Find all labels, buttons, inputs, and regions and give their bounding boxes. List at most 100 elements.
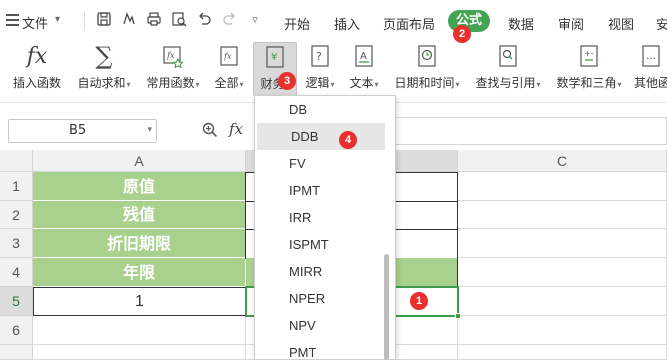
- logic-icon: ?: [307, 42, 333, 70]
- cell-a1[interactable]: 原值: [33, 172, 246, 201]
- cell-c5[interactable]: [458, 287, 667, 316]
- chevron-down-icon: ▾: [374, 80, 379, 89]
- row-header-6[interactable]: 6: [0, 316, 33, 345]
- svg-text:fx: fx: [223, 52, 232, 61]
- lookup-reference-button[interactable]: 查找与引用▾: [472, 42, 544, 91]
- save-icon[interactable]: [95, 11, 113, 29]
- step-badge-1: 1: [410, 292, 428, 310]
- chevron-down-icon[interactable]: ▾: [55, 14, 60, 25]
- customize-toolbar-icon[interactable]: ▿: [246, 11, 264, 29]
- row-header-5[interactable]: 5: [0, 287, 33, 316]
- ribbon-label: 数学和三角: [556, 76, 617, 90]
- tab-security[interactable]: 安: [656, 14, 667, 33]
- cell-a4[interactable]: 年限: [33, 258, 246, 287]
- fx-icon: fx: [26, 43, 48, 69]
- menu-item-fv[interactable]: FV: [255, 150, 383, 177]
- cell-c7[interactable]: [458, 345, 667, 360]
- cell-c6[interactable]: [458, 316, 667, 345]
- tab-page-layout[interactable]: 页面布局: [383, 14, 435, 33]
- cell-a2[interactable]: 残值: [33, 201, 246, 229]
- row-header-4[interactable]: 4: [0, 258, 33, 287]
- svg-text:…: …: [646, 51, 656, 62]
- redo-icon[interactable]: [221, 11, 239, 29]
- ribbon-label: 其他函: [634, 76, 667, 90]
- autosum-button[interactable]: ∑ 自动求和▾: [73, 42, 135, 91]
- chevron-down-icon: ▾: [617, 80, 622, 89]
- star-fx-icon: fx: [160, 42, 186, 70]
- svg-text:fx: fx: [166, 51, 175, 60]
- menu-item-db[interactable]: DB: [255, 96, 383, 123]
- ribbon-label: 文本: [349, 76, 374, 90]
- tab-view[interactable]: 视图: [608, 14, 634, 33]
- ribbon-label: 自动求和: [77, 76, 126, 90]
- chevron-down-icon: ▾: [239, 80, 244, 89]
- svg-text:¥: ¥: [271, 52, 277, 63]
- menu-item-pmt[interactable]: PMT: [255, 339, 383, 359]
- insert-function-button[interactable]: fx 插入函数: [10, 42, 64, 91]
- financial-functions-menu: DB DDB FV IPMT IRR ISPMT MIRR NPER NPV P…: [254, 95, 396, 360]
- ribbon-label: 逻辑: [305, 76, 330, 90]
- menu-item-ispmt[interactable]: ISPMT: [255, 231, 383, 258]
- file-menu[interactable]: 文件: [22, 13, 48, 32]
- math-icon: +-: [576, 42, 602, 70]
- ribbon-label: 查找与引用: [475, 76, 536, 90]
- clock-icon: [414, 42, 440, 70]
- menu-scrollbar[interactable]: [384, 254, 389, 360]
- row-header-7[interactable]: [0, 345, 33, 360]
- chevron-down-icon[interactable]: ▾: [147, 125, 152, 135]
- print-icon[interactable]: [145, 11, 163, 29]
- toolbar-divider: [84, 12, 85, 30]
- tab-review[interactable]: 审阅: [558, 14, 584, 33]
- date-time-functions-button[interactable]: 日期和时间▾: [391, 42, 463, 91]
- fx-icon[interactable]: fx: [229, 120, 243, 138]
- chevron-down-icon: ▾: [536, 80, 541, 89]
- menu-item-npv[interactable]: NPV: [255, 312, 383, 339]
- cell-a6[interactable]: [33, 316, 246, 345]
- text-icon: A: [351, 42, 377, 70]
- finance-icon: ¥: [262, 43, 288, 71]
- other-functions-button[interactable]: … 其他函: [634, 42, 667, 91]
- menu-item-ipmt[interactable]: IPMT: [255, 177, 383, 204]
- menu-item-irr[interactable]: IRR: [255, 204, 383, 231]
- common-functions-button[interactable]: fx 常用函数▾: [142, 42, 204, 91]
- tab-insert[interactable]: 插入: [334, 14, 360, 33]
- all-functions-button[interactable]: fx 全部▾: [211, 42, 247, 91]
- select-all-corner[interactable]: [0, 150, 33, 172]
- math-trig-button[interactable]: +- 数学和三角▾: [553, 42, 625, 91]
- name-box[interactable]: B5 ▾: [8, 119, 157, 143]
- cell-a7[interactable]: [33, 345, 246, 360]
- cell-a5[interactable]: 1: [33, 287, 246, 316]
- all-fx-icon: fx: [216, 42, 242, 70]
- name-box-value: B5: [69, 123, 87, 138]
- menu-item-ddb[interactable]: DDB: [257, 123, 385, 150]
- ribbon-label: 常用函数: [146, 76, 195, 90]
- tab-data[interactable]: 数据: [508, 14, 534, 33]
- svg-text:A: A: [360, 51, 367, 62]
- hamburger-menu-icon[interactable]: [6, 14, 19, 26]
- cell-c4[interactable]: [458, 258, 667, 287]
- print-preview-icon[interactable]: [170, 11, 188, 29]
- cell-c3[interactable]: [458, 229, 667, 258]
- logical-functions-button[interactable]: ? 逻辑▾: [302, 42, 338, 91]
- column-header-c[interactable]: C: [458, 150, 667, 172]
- fill-handle[interactable]: [455, 313, 461, 319]
- undo-icon[interactable]: [195, 11, 213, 29]
- cell-a3[interactable]: 折旧期限: [33, 229, 246, 258]
- zoom-icon[interactable]: [201, 121, 219, 139]
- row-header-3[interactable]: 3: [0, 229, 33, 258]
- row-header-1[interactable]: 1: [0, 172, 33, 201]
- column-header-a[interactable]: A: [33, 150, 246, 172]
- text-functions-button[interactable]: A 文本▾: [346, 42, 382, 91]
- menu-item-nper[interactable]: NPER: [255, 285, 383, 312]
- chevron-down-icon: ▾: [195, 80, 200, 89]
- tab-home[interactable]: 开始: [284, 14, 310, 33]
- lookup-icon: [495, 42, 521, 70]
- sigma-icon: ∑: [95, 42, 113, 70]
- export-pdf-icon[interactable]: [120, 11, 138, 29]
- row-header-2[interactable]: 2: [0, 201, 33, 229]
- step-badge-3: 3: [278, 72, 296, 90]
- cell-c2[interactable]: [458, 201, 667, 229]
- menu-item-mirr[interactable]: MIRR: [255, 258, 383, 285]
- cell-c1[interactable]: [458, 172, 667, 201]
- ribbon-label: 插入函数: [12, 76, 61, 90]
